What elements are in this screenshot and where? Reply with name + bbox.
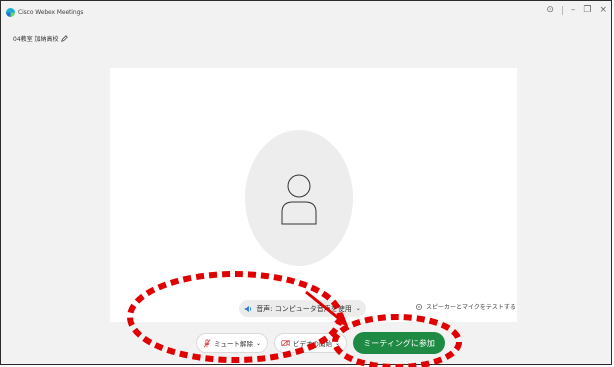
mic-off-icon: [203, 338, 211, 347]
audio-connection-label: 音声: コンピュータ音声を使用: [256, 304, 352, 313]
video-preview: 音声: コンピュータ音声を使用 ⌄ スピーカーとマイクをテストする: [110, 68, 517, 322]
window-controls: ⊙ – ❐ ×: [546, 5, 607, 15]
person-silhouette-icon: [281, 174, 317, 225]
meeting-name-text: 04教室 加納高校: [13, 36, 59, 43]
meeting-name[interactable]: 04教室 加納高校: [13, 34, 68, 43]
start-video-button[interactable]: ビデオの開始 ⌄: [274, 333, 348, 353]
minimize-icon[interactable]: –: [571, 5, 576, 15]
chevron-down-icon[interactable]: ⌄: [335, 340, 340, 347]
start-video-label: ビデオの開始: [293, 340, 333, 348]
pencil-icon[interactable]: [60, 35, 68, 42]
join-meeting-button[interactable]: ミーティングに参加: [353, 332, 446, 354]
unmute-label: ミュート解除: [214, 340, 253, 348]
speaker-mic-test-label: スピーカーとマイクをテストする: [426, 304, 516, 311]
speaker-icon: [244, 305, 252, 312]
maximize-icon[interactable]: ❐: [583, 5, 591, 15]
close-icon[interactable]: ×: [599, 5, 607, 15]
status-icon[interactable]: ⊙: [546, 5, 554, 15]
title-bar: Cisco Webex Meetings: [1, 1, 611, 23]
join-controls: ミュート解除 ⌄ ビデオの開始 ⌄ ミーティングに参加: [196, 332, 446, 354]
speaker-gear-icon: [415, 303, 423, 310]
video-off-icon: [281, 339, 290, 347]
unmute-button[interactable]: ミュート解除 ⌄: [196, 333, 269, 353]
window-controls-divider: [561, 5, 563, 15]
app-title: Cisco Webex Meetings: [18, 8, 84, 16]
chevron-down-icon: ⌄: [355, 305, 361, 312]
speaker-mic-test-link[interactable]: スピーカーとマイクをテストする: [415, 302, 516, 311]
webex-window: Cisco Webex Meetings ⊙ – ❐ × 04教室 加納高校 音…: [0, 0, 612, 365]
avatar: [245, 130, 353, 266]
audio-connection-button[interactable]: 音声: コンピュータ音声を使用 ⌄: [239, 300, 366, 317]
chevron-down-icon[interactable]: ⌄: [256, 340, 261, 347]
webex-logo-icon: [6, 7, 15, 17]
